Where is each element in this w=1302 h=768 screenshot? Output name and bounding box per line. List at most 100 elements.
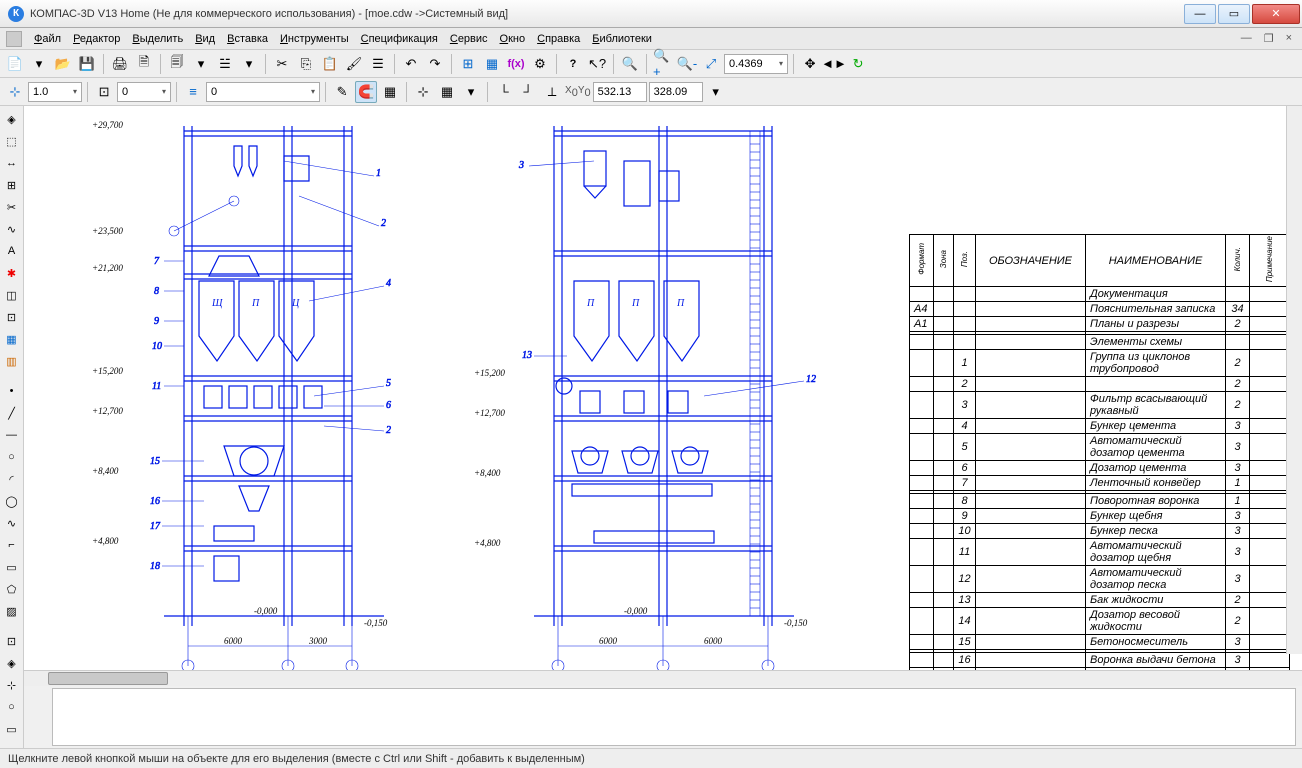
- tool-a[interactable]: ⊡: [2, 631, 22, 651]
- snap1[interactable]: ⊹: [412, 81, 434, 103]
- print-btn[interactable]: 🖨: [109, 53, 131, 75]
- arrow-help[interactable]: ↖?: [586, 53, 608, 75]
- close-button[interactable]: ✕: [1252, 4, 1300, 24]
- coord-dd[interactable]: ▾: [705, 81, 727, 103]
- step-value[interactable]: ▾: [28, 82, 82, 102]
- y-value[interactable]: [649, 82, 703, 102]
- props-btn[interactable]: ☰: [367, 53, 389, 75]
- menu-библиотеки[interactable]: Библиотеки: [586, 31, 658, 47]
- style-value[interactable]: ▾: [206, 82, 320, 102]
- drawing-canvas[interactable]: Щ П Ц: [24, 106, 1302, 670]
- maximize-button[interactable]: ▭: [1218, 4, 1250, 24]
- tool-d[interactable]: ○: [2, 697, 22, 717]
- zoomsel-btn[interactable]: ⤢: [700, 53, 722, 75]
- spec-col-3: ОБОЗНАЧЕНИЕ: [976, 235, 1086, 287]
- redo-btn[interactable]: ↷: [424, 53, 446, 75]
- vtool-2[interactable]: ⬚: [2, 131, 22, 151]
- zoomwin-btn[interactable]: 🔍: [619, 53, 641, 75]
- paste-btn[interactable]: 📋: [319, 53, 341, 75]
- vtool-3[interactable]: ↔: [2, 153, 22, 173]
- scrollbar-v[interactable]: [1286, 106, 1302, 654]
- menu-инструменты[interactable]: Инструменты: [274, 31, 355, 47]
- coord1[interactable]: └: [493, 81, 515, 103]
- fx-btn[interactable]: f(x): [505, 53, 527, 75]
- layer-btn[interactable]: ⊡: [93, 81, 115, 103]
- zoomin-btn[interactable]: 🔍+: [652, 53, 674, 75]
- prev-btn[interactable]: ◄►: [823, 53, 845, 75]
- tool-b[interactable]: ◈: [2, 653, 22, 673]
- menu-выделить[interactable]: Выделить: [126, 31, 189, 47]
- help-btn[interactable]: ?: [562, 53, 584, 75]
- zoom-value[interactable]: ▾: [724, 54, 788, 74]
- undo-btn[interactable]: ↶: [400, 53, 422, 75]
- geom-circle[interactable]: ○: [2, 447, 22, 467]
- layer-value[interactable]: ▾: [117, 82, 171, 102]
- ortho-btn[interactable]: ⊹: [4, 81, 26, 103]
- tool-e[interactable]: ▭: [2, 719, 22, 739]
- new-btn[interactable]: 📄: [4, 53, 26, 75]
- geom-spline[interactable]: ∿: [2, 513, 22, 533]
- menu-сервис[interactable]: Сервис: [444, 31, 494, 47]
- menu-вставка[interactable]: Вставка: [221, 31, 274, 47]
- geom-arc[interactable]: ◜: [2, 469, 22, 489]
- coord3[interactable]: ⟂: [541, 81, 563, 103]
- new-dd[interactable]: ▾: [28, 53, 50, 75]
- copy-btn[interactable]: ⎘: [295, 53, 317, 75]
- geom-seg[interactable]: —: [2, 425, 22, 445]
- spec-btn[interactable]: ▦: [481, 53, 503, 75]
- menu-вид[interactable]: Вид: [189, 31, 221, 47]
- menu-окно[interactable]: Окно: [494, 31, 532, 47]
- mdi-close[interactable]: ×: [1282, 32, 1296, 45]
- geom-chamfer[interactable]: ⌐: [2, 535, 22, 555]
- vtool-4[interactable]: ⊞: [2, 175, 22, 195]
- refresh-btn[interactable]: ↻: [847, 53, 869, 75]
- menu-редактор[interactable]: Редактор: [67, 31, 126, 47]
- var-btn[interactable]: ⚙: [529, 53, 551, 75]
- line-style-btn[interactable]: ≡: [182, 81, 204, 103]
- mdi-restore[interactable]: ❐: [1260, 32, 1278, 45]
- vtool-5[interactable]: ✂: [2, 197, 22, 217]
- brush-btn[interactable]: 🖌: [343, 53, 365, 75]
- geom-rect[interactable]: ▭: [2, 557, 22, 577]
- vtool-6[interactable]: ∿: [2, 219, 22, 239]
- geom-line[interactable]: ╱: [2, 403, 22, 423]
- geom-poly[interactable]: ⬠: [2, 579, 22, 599]
- calc-btn[interactable]: ⊞: [457, 53, 479, 75]
- menu-файл[interactable]: Файл: [28, 31, 67, 47]
- open-btn[interactable]: 📂: [52, 53, 74, 75]
- mdi-minimize[interactable]: —: [1237, 32, 1256, 45]
- vtool-11[interactable]: ▦: [2, 329, 22, 349]
- snap-btn[interactable]: 🧲: [355, 81, 377, 103]
- prop-btn[interactable]: 🗐: [166, 53, 188, 75]
- geom-ellipse[interactable]: ◯: [2, 491, 22, 511]
- minimize-button[interactable]: —: [1184, 4, 1216, 24]
- constr-btn[interactable]: ▦: [379, 81, 401, 103]
- geom-point[interactable]: •: [2, 381, 22, 401]
- scrollbar-h[interactable]: [24, 670, 1302, 686]
- vtool-12[interactable]: ▥: [2, 351, 22, 371]
- vtool-7[interactable]: A: [2, 241, 22, 261]
- property-panel[interactable]: [52, 688, 1296, 746]
- vtool-9[interactable]: ◫: [2, 285, 22, 305]
- spec-row: 14Дозатор весовой жидкости2: [910, 608, 1290, 635]
- save-btn[interactable]: 💾: [76, 53, 98, 75]
- grid-btn[interactable]: ▦: [436, 81, 458, 103]
- menu-спецификация[interactable]: Спецификация: [355, 31, 444, 47]
- tool-c[interactable]: ⊹: [2, 675, 22, 695]
- vtool-10[interactable]: ⊡: [2, 307, 22, 327]
- zoomout-btn[interactable]: 🔍-: [676, 53, 698, 75]
- pan-btn[interactable]: ✥: [799, 53, 821, 75]
- preview-btn[interactable]: 🗎: [133, 53, 155, 75]
- prop-dd[interactable]: ▾: [190, 53, 212, 75]
- layers-dd[interactable]: ▾: [238, 53, 260, 75]
- edit-btn[interactable]: ✎: [331, 81, 353, 103]
- menu-справка[interactable]: Справка: [531, 31, 586, 47]
- cut-btn[interactable]: ✂: [271, 53, 293, 75]
- zoom-input[interactable]: [727, 58, 777, 70]
- vtool-1[interactable]: ◈: [2, 109, 22, 129]
- coord2[interactable]: ┘: [517, 81, 539, 103]
- geom-hatch[interactable]: ▨: [2, 601, 22, 621]
- layers-btn[interactable]: ☱: [214, 53, 236, 75]
- vtool-8[interactable]: ✱: [2, 263, 22, 283]
- x-value[interactable]: [593, 82, 647, 102]
